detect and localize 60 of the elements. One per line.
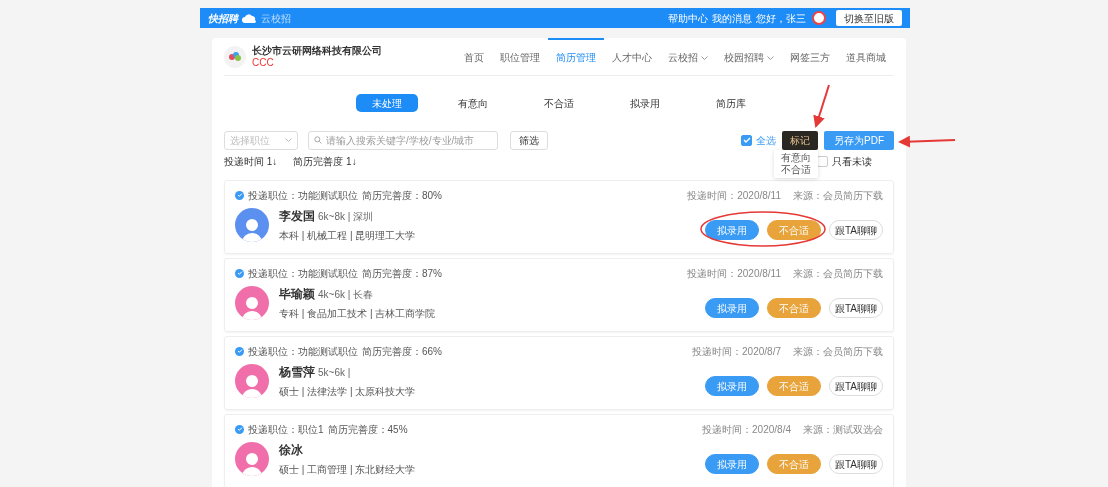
completeness-text: 简历完善度：45%: [327, 422, 408, 437]
nav-tab[interactable]: 首页: [456, 38, 492, 75]
apply-time-text: 投递时间：2020/8/7: [692, 344, 781, 359]
action-button[interactable]: 跟TA聊聊: [829, 454, 883, 474]
nav-tab[interactable]: 职位管理: [492, 38, 548, 75]
mark-button[interactable]: 标记: [782, 130, 818, 150]
nav-tab[interactable]: 校园招聘: [716, 38, 782, 75]
apply-time-text: 投递时间：2020/8/4: [702, 422, 791, 437]
apply-time-text: 投递时间：2020/8/11: [687, 266, 781, 281]
salary-city-text: 6k~8k | 深圳: [318, 210, 374, 224]
top-link[interactable]: 帮助中心: [668, 10, 708, 26]
apply-time-text: 投递时间：2020/8/11: [687, 188, 781, 203]
company-tag: CCC: [252, 57, 382, 69]
status-tab[interactable]: 不合适: [528, 94, 590, 112]
search-field[interactable]: 请输入搜索关键字/学校/专业/城市: [308, 130, 498, 150]
candidate-name[interactable]: 杨雪萍: [279, 363, 315, 381]
completeness-text: 简历完善度：66%: [362, 344, 442, 359]
education-text: 本科 | 机械工程 | 昆明理工大学: [279, 229, 416, 243]
education-text: 专科 | 食品加工技术 | 吉林工商学院: [279, 307, 436, 321]
position-text: 投递职位：功能测试职位: [248, 266, 358, 281]
source-text: 来源：会员简历下载: [793, 344, 883, 359]
sort-option[interactable]: 投递时间 1↓: [224, 153, 278, 169]
source-text: 来源：测试双选会: [803, 422, 883, 437]
source-text: 来源：会员简历下载: [793, 188, 883, 203]
greeting-text: 您好，张三: [756, 11, 806, 26]
action-button[interactable]: 跟TA聊聊: [829, 376, 883, 396]
sub-logo-text: 云校招: [261, 11, 291, 26]
top-link[interactable]: 我的消息: [712, 10, 752, 26]
nav-tab[interactable]: 道具商城: [838, 38, 894, 75]
status-tab[interactable]: 有意向: [442, 94, 504, 112]
switch-old-version-button[interactable]: 切换至旧版: [836, 10, 902, 26]
status-tab[interactable]: 未处理: [356, 94, 418, 112]
completeness-text: 简历完善度：80%: [362, 188, 442, 203]
status-tab[interactable]: 简历库: [700, 94, 762, 112]
salary-city-text: 4k~6k | 长春: [318, 288, 374, 302]
nav-tab[interactable]: 云校招: [660, 38, 716, 75]
completeness-text: 简历完善度：87%: [362, 266, 442, 281]
filter-button[interactable]: 筛选: [510, 130, 548, 150]
candidate-name[interactable]: 徐冰: [279, 441, 303, 459]
nav-tab[interactable]: 网签三方: [782, 38, 838, 75]
candidate-name[interactable]: 李发国: [279, 207, 315, 225]
company-name: 长沙市云研网络科技有限公司: [252, 44, 382, 57]
menu-item[interactable]: 有意向: [781, 152, 811, 164]
nav-tab[interactable]: 简历管理: [548, 38, 604, 75]
nav-tab[interactable]: 人才中心: [604, 38, 660, 75]
unread-only-label[interactable]: 只看未读: [832, 153, 872, 169]
position-text: 投递职位：功能测试职位: [248, 344, 358, 359]
education-text: 硕士 | 法律法学 | 太原科技大学: [279, 385, 416, 399]
logo-text[interactable]: 快招聘: [208, 10, 238, 26]
candidate-name[interactable]: 毕瑜颖: [279, 285, 315, 303]
sort-option[interactable]: 简历完善度 1↓: [293, 153, 357, 169]
education-text: 硕士 | 工商管理 | 东北财经大学: [279, 463, 416, 477]
salary-city-text: 5k~6k |: [318, 366, 351, 380]
position-text: 投递职位：职位1: [248, 422, 324, 437]
action-button[interactable]: 跟TA聊聊: [829, 220, 883, 240]
position-text: 投递职位：功能测试职位: [248, 188, 358, 203]
status-tab[interactable]: 拟录用: [614, 94, 676, 112]
source-text: 来源：会员简历下载: [793, 266, 883, 281]
action-button[interactable]: 跟TA聊聊: [829, 298, 883, 318]
menu-item[interactable]: 不合适: [781, 164, 811, 176]
